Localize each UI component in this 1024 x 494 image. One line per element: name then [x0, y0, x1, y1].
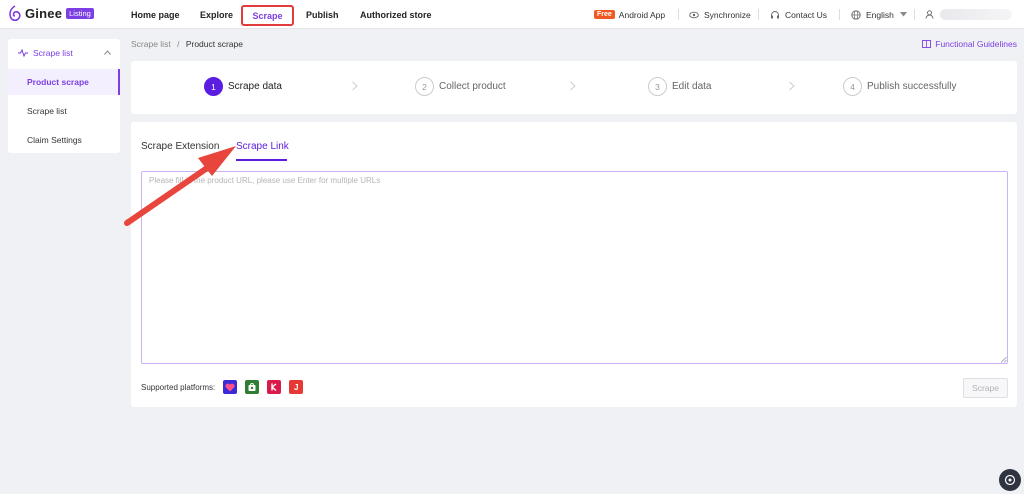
android-app-label: Android App — [618, 9, 666, 20]
step-collect-product: 2 Collect product — [415, 77, 506, 96]
step-publish-successfully: 4 Publish successfully — [843, 77, 956, 96]
shopee-icon — [245, 380, 260, 394]
eye-icon — [689, 11, 699, 18]
book-icon — [922, 40, 932, 48]
step-number: 3 — [648, 77, 667, 96]
breadcrumb-current: Product scrape — [185, 39, 243, 49]
functional-guidelines-link[interactable]: Functional Guidelines — [922, 39, 1017, 49]
chat-icon — [1004, 474, 1016, 486]
brand-name: Ginee — [25, 6, 63, 21]
chevron-up-icon[interactable] — [104, 50, 111, 55]
scrape-panel: Scrape Extension Scrape Link Supported p… — [131, 122, 1017, 407]
caret-down-icon — [899, 12, 907, 17]
top-nav-bar: Ginee Listing Home page Explore Scrape P… — [0, 0, 1024, 29]
nav-scrape[interactable]: Scrape — [241, 5, 294, 26]
tab-scrape-link[interactable]: Scrape Link — [236, 141, 289, 152]
synchronize-link[interactable]: Synchronize — [689, 0, 751, 29]
language-label: English — [866, 9, 894, 20]
progress-steps: 1 Scrape data 2 Collect product 3 Edit d… — [131, 61, 1017, 114]
divider — [678, 9, 679, 20]
supported-platforms-label: Supported platforms: — [141, 382, 216, 392]
guidelines-label: Functional Guidelines — [935, 39, 1017, 49]
synchronize-label: Synchronize — [704, 9, 751, 20]
step-label: Collect product — [439, 81, 506, 92]
step-number: 4 — [843, 77, 862, 96]
breadcrumb: Scrape list / Product scrape — [131, 39, 243, 49]
sidebar: Scrape list Product scrape Scrape list C… — [8, 39, 120, 153]
user-name-redacted — [940, 9, 1012, 20]
ginee-logo[interactable]: Ginee Listing — [8, 5, 94, 22]
step-label: Publish successfully — [867, 81, 957, 92]
contact-us-label: Contact Us — [785, 9, 828, 20]
supported-platforms: Supported platforms: J — [141, 380, 304, 394]
jdid-icon: J — [289, 380, 304, 394]
divider — [914, 9, 915, 20]
free-badge: Free — [594, 10, 615, 19]
divider — [758, 9, 759, 20]
chevron-right-icon — [570, 81, 576, 91]
android-app-link[interactable]: Free Android App — [594, 0, 665, 29]
chevron-right-icon — [352, 81, 358, 91]
step-number: 2 — [415, 77, 434, 96]
nav-authorized-store[interactable]: Authorized store — [360, 0, 432, 29]
step-edit-data: 3 Edit data — [648, 77, 711, 96]
help-chat-button[interactable] — [999, 469, 1021, 491]
language-selector[interactable]: English — [851, 0, 907, 29]
sidebar-item-scrape-list[interactable]: Scrape list — [8, 98, 120, 124]
step-number: 1 — [204, 77, 223, 96]
step-scrape-data: 1 Scrape data — [204, 77, 282, 96]
active-tab-indicator — [236, 159, 287, 161]
chevron-right-icon — [789, 81, 795, 91]
user-icon[interactable] — [925, 10, 934, 19]
sidebar-group-scrape-list[interactable]: Scrape list — [8, 39, 120, 67]
lazada-icon — [223, 380, 238, 394]
step-label: Scrape data — [228, 81, 282, 92]
sidebar-item-product-scrape[interactable]: Product scrape — [8, 69, 120, 95]
bukalapak-icon — [267, 380, 282, 394]
nav-home[interactable]: Home page — [131, 0, 180, 29]
nav-explore[interactable]: Explore — [200, 0, 233, 29]
globe-icon — [851, 9, 861, 20]
step-label: Edit data — [672, 81, 712, 92]
scrape-button[interactable]: Scrape — [963, 378, 1008, 398]
sidebar-group-label: Scrape list — [33, 48, 73, 58]
headset-icon — [771, 10, 779, 18]
nav-publish[interactable]: Publish — [306, 0, 339, 29]
breadcrumb-parent[interactable]: Scrape list — [131, 39, 171, 49]
breadcrumb-separator: / — [177, 39, 180, 49]
sidebar-item-claim-settings[interactable]: Claim Settings — [8, 127, 120, 153]
resize-handle-icon[interactable] — [1000, 356, 1007, 363]
divider — [839, 9, 840, 20]
ginee-logo-icon — [9, 5, 21, 22]
product-url-input[interactable] — [141, 171, 1008, 364]
contact-us-link[interactable]: Contact Us — [770, 0, 827, 29]
pulse-icon — [18, 49, 28, 57]
brand-badge: Listing — [66, 8, 94, 19]
tab-scrape-extension[interactable]: Scrape Extension — [141, 141, 219, 152]
